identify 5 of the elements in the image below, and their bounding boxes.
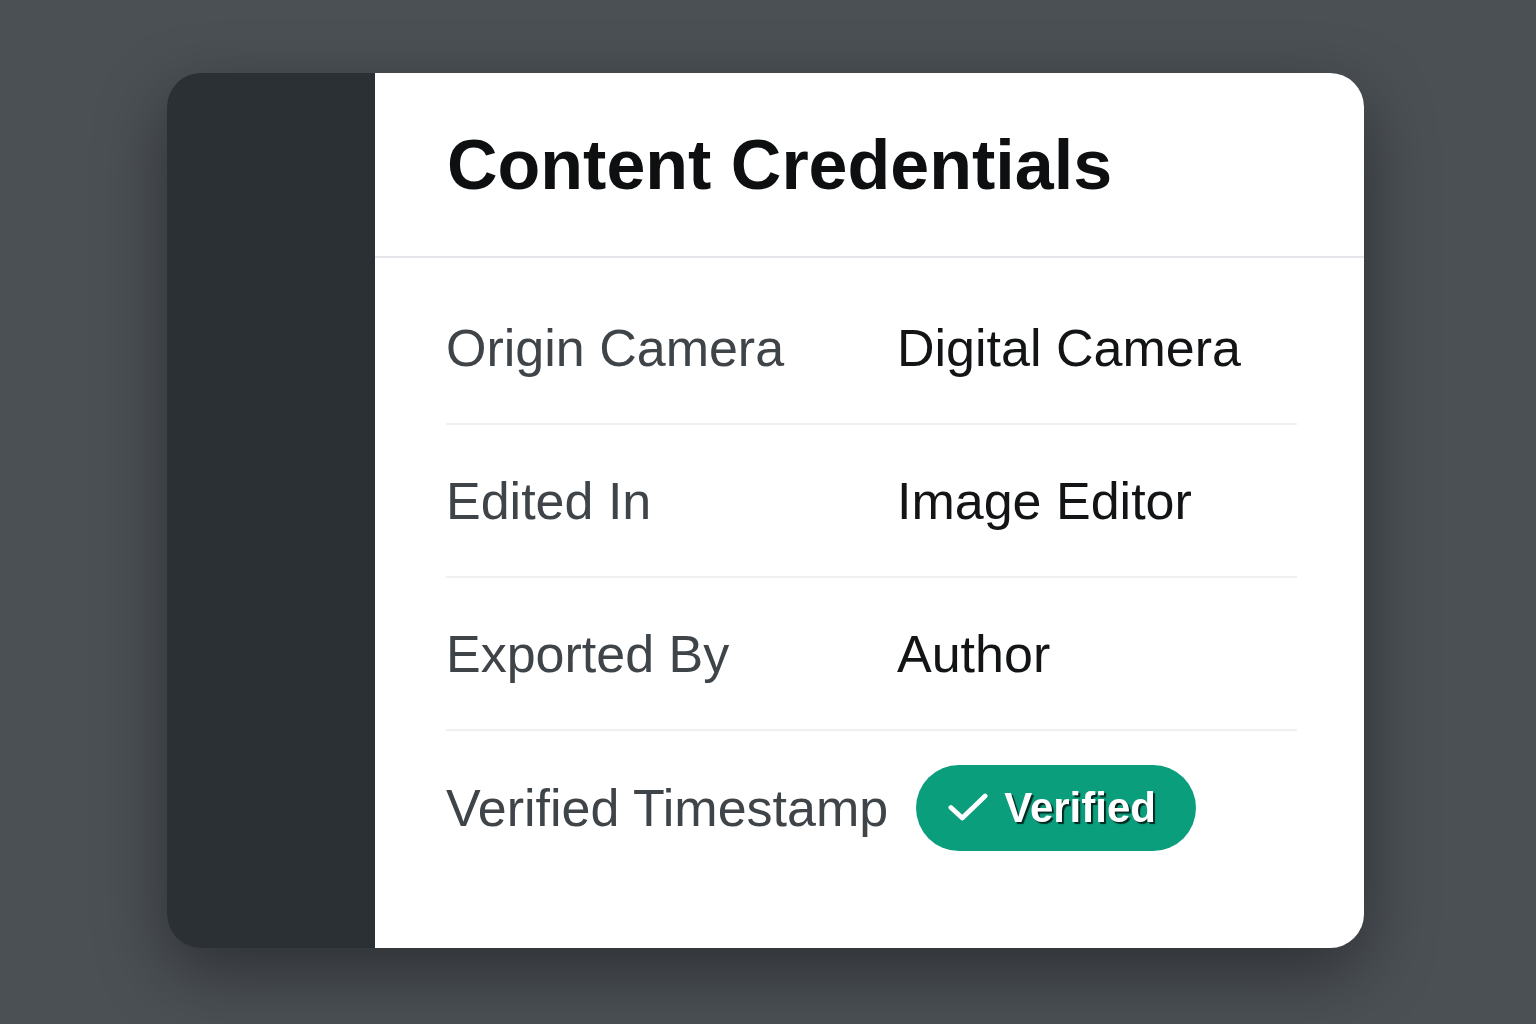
panel-title: Content Credentials (447, 129, 1113, 200)
field-label: Edited In (446, 474, 653, 527)
status-text: Verified (1004, 786, 1156, 829)
check-icon (948, 793, 989, 822)
field-value: Author (897, 627, 1051, 680)
